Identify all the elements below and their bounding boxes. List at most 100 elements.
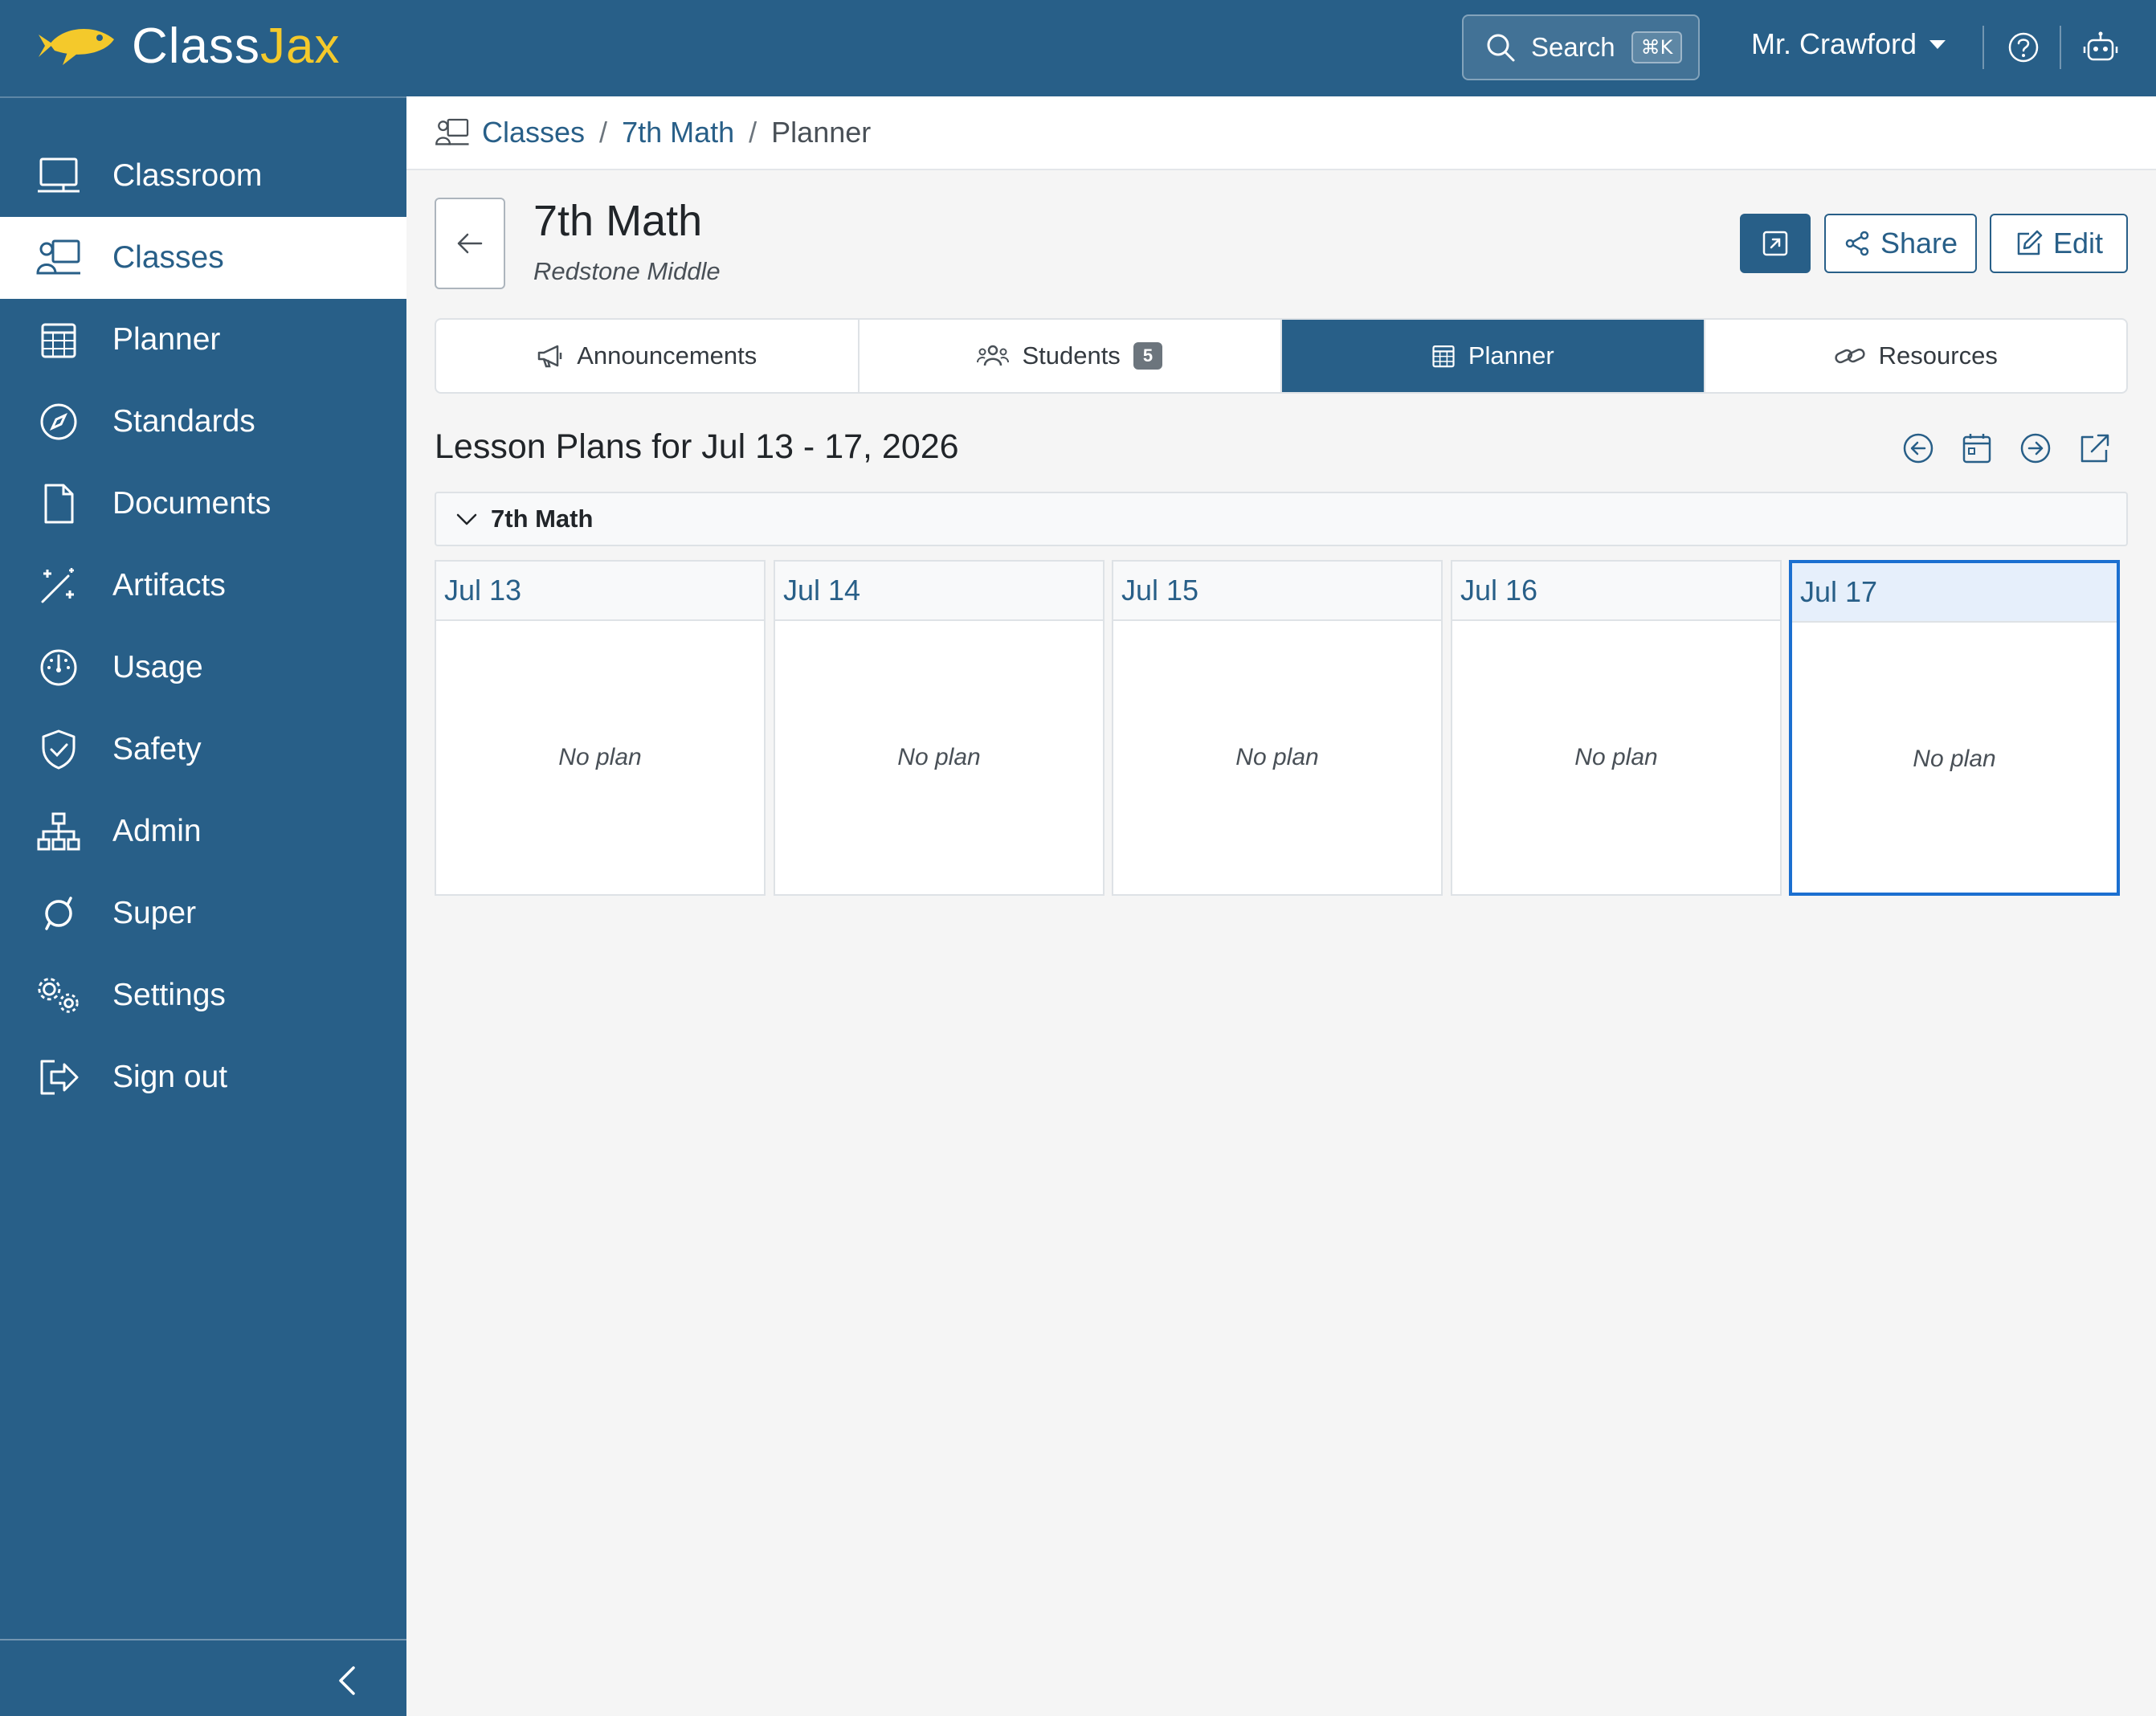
share-icon [1844, 230, 1871, 257]
help-icon[interactable] [2007, 31, 2040, 64]
day-date: Jul 15 [1113, 562, 1441, 621]
gears-icon [35, 972, 82, 1019]
page-title: 7th Math [533, 197, 703, 245]
sidebar: Classroom Classes Planner Standards Docu… [0, 96, 406, 1716]
tab-label: Students [1022, 341, 1121, 370]
breadcrumb-classes-link[interactable]: Classes [482, 116, 585, 149]
sidebar-item-super[interactable]: Super [0, 872, 406, 954]
day-status: No plan [1235, 744, 1319, 770]
compass-icon [35, 398, 82, 445]
document-icon [35, 480, 82, 527]
brand-name: ClassJax [132, 18, 341, 74]
sidebar-item-label: Admin [112, 814, 202, 848]
megaphone-icon [537, 343, 564, 369]
day-date: Jul 16 [1452, 562, 1780, 621]
tab-students[interactable]: Students 5 [860, 320, 1282, 392]
sidebar-item-admin[interactable]: Admin [0, 791, 406, 872]
sidebar-item-documents[interactable]: Documents [0, 463, 406, 545]
day-date: Jul 17 [1792, 563, 2117, 623]
shield-check-icon [35, 726, 82, 773]
breadcrumb-separator: / [749, 116, 757, 149]
classroom-icon [35, 153, 82, 199]
caret-down-icon [1929, 39, 1946, 49]
navbar-divider [2060, 26, 2061, 69]
day-column[interactable]: Jul 16 No plan [1451, 560, 1782, 896]
robot-assistant-icon[interactable] [2082, 31, 2119, 64]
sidebar-item-classroom[interactable]: Classroom [0, 135, 406, 217]
tab-label: Resources [1878, 341, 1998, 370]
sidebar-item-label: Standards [112, 404, 255, 439]
student-count-badge: 5 [1133, 342, 1163, 370]
day-date: Jul 14 [775, 562, 1103, 621]
sidebar-item-settings[interactable]: Settings [0, 954, 406, 1036]
search-button[interactable]: Search ⌘K [1462, 14, 1700, 80]
sidebar-item-sign-out[interactable]: Sign out [0, 1036, 406, 1118]
brand-logo[interactable]: ClassJax [31, 18, 341, 75]
day-column[interactable]: Jul 15 No plan [1112, 560, 1443, 896]
calendar-icon [1431, 343, 1456, 369]
people-icon [977, 343, 1010, 369]
sidebar-item-label: Documents [112, 486, 272, 521]
day-column[interactable]: Jul 13 No plan [435, 560, 766, 896]
super-icon [35, 890, 82, 937]
navbar-divider [1982, 26, 1984, 69]
day-column[interactable]: Jul 14 No plan [774, 560, 1105, 896]
magic-wand-icon [35, 562, 82, 609]
chevron-down-icon [455, 511, 478, 527]
breadcrumb-current: Planner [771, 116, 872, 149]
class-tabs: Announcements Students 5 Planner Resourc… [435, 318, 2128, 394]
tab-resources[interactable]: Resources [1705, 320, 2127, 392]
next-week-arrow-icon[interactable] [2019, 432, 2052, 464]
link-icon [1834, 344, 1866, 368]
user-menu-dropdown[interactable]: Mr. Crawford [1751, 27, 1946, 61]
sidebar-item-label: Classes [112, 240, 224, 275]
sign-out-icon [35, 1054, 82, 1101]
school-name: Redstone Middle [533, 257, 721, 285]
breadcrumb-separator: / [599, 116, 608, 149]
pencil-square-icon [2015, 229, 2044, 258]
sidebar-item-planner[interactable]: Planner [0, 299, 406, 381]
open-external-button[interactable] [1740, 214, 1811, 273]
day-status: No plan [1574, 744, 1658, 770]
top-navbar: ClassJax Search ⌘K Mr. Crawford [0, 0, 2156, 96]
sidebar-item-label: Safety [112, 732, 202, 766]
search-label: Search [1531, 32, 1615, 62]
edit-button[interactable]: Edit [1990, 214, 2128, 273]
breadcrumb-class-link[interactable]: 7th Math [622, 116, 734, 149]
share-label: Share [1880, 227, 1958, 259]
box-arrow-up-right-icon [1762, 230, 1789, 257]
class-group-toggle[interactable]: 7th Math [435, 492, 2128, 546]
tab-announcements[interactable]: Announcements [436, 320, 860, 392]
search-shortcut-badge: ⌘K [1631, 31, 1683, 63]
classes-icon [434, 117, 471, 148]
sidebar-item-classes[interactable]: Classes [0, 217, 406, 299]
edit-label: Edit [2052, 227, 2104, 259]
sidebar-item-label: Sign out [112, 1060, 228, 1094]
day-status: No plan [558, 744, 642, 770]
day-status: No plan [897, 744, 981, 770]
open-in-new-window-icon[interactable] [2079, 432, 2111, 464]
sidebar-item-safety[interactable]: Safety [0, 709, 406, 791]
sidebar-item-artifacts[interactable]: Artifacts [0, 545, 406, 627]
sidebar-item-usage[interactable]: Usage [0, 627, 406, 709]
tab-label: Planner [1468, 341, 1554, 370]
breadcrumb: Classes / 7th Math / Planner [406, 96, 2156, 170]
calendar-picker-icon[interactable] [1962, 432, 1992, 464]
fish-logo-icon [31, 18, 119, 75]
speedometer-icon [35, 644, 82, 691]
calendar-icon [35, 317, 82, 363]
tab-planner[interactable]: Planner [1282, 320, 1705, 392]
sidebar-item-label: Classroom [112, 158, 263, 193]
day-column-today[interactable]: Jul 17 No plan [1789, 560, 2120, 896]
user-name: Mr. Crawford [1751, 27, 1917, 60]
sidebar-item-label: Settings [112, 978, 226, 1012]
collapse-sidebar-chevron-left-icon[interactable] [333, 1663, 361, 1698]
back-button[interactable] [435, 198, 505, 289]
classes-icon [35, 235, 82, 281]
sidebar-item-label: Super [112, 896, 197, 930]
share-button[interactable]: Share [1824, 214, 1977, 273]
sidebar-item-label: Artifacts [112, 568, 226, 603]
group-label: 7th Math [491, 505, 594, 533]
previous-week-arrow-icon[interactable] [1902, 432, 1934, 464]
sidebar-item-standards[interactable]: Standards [0, 381, 406, 463]
